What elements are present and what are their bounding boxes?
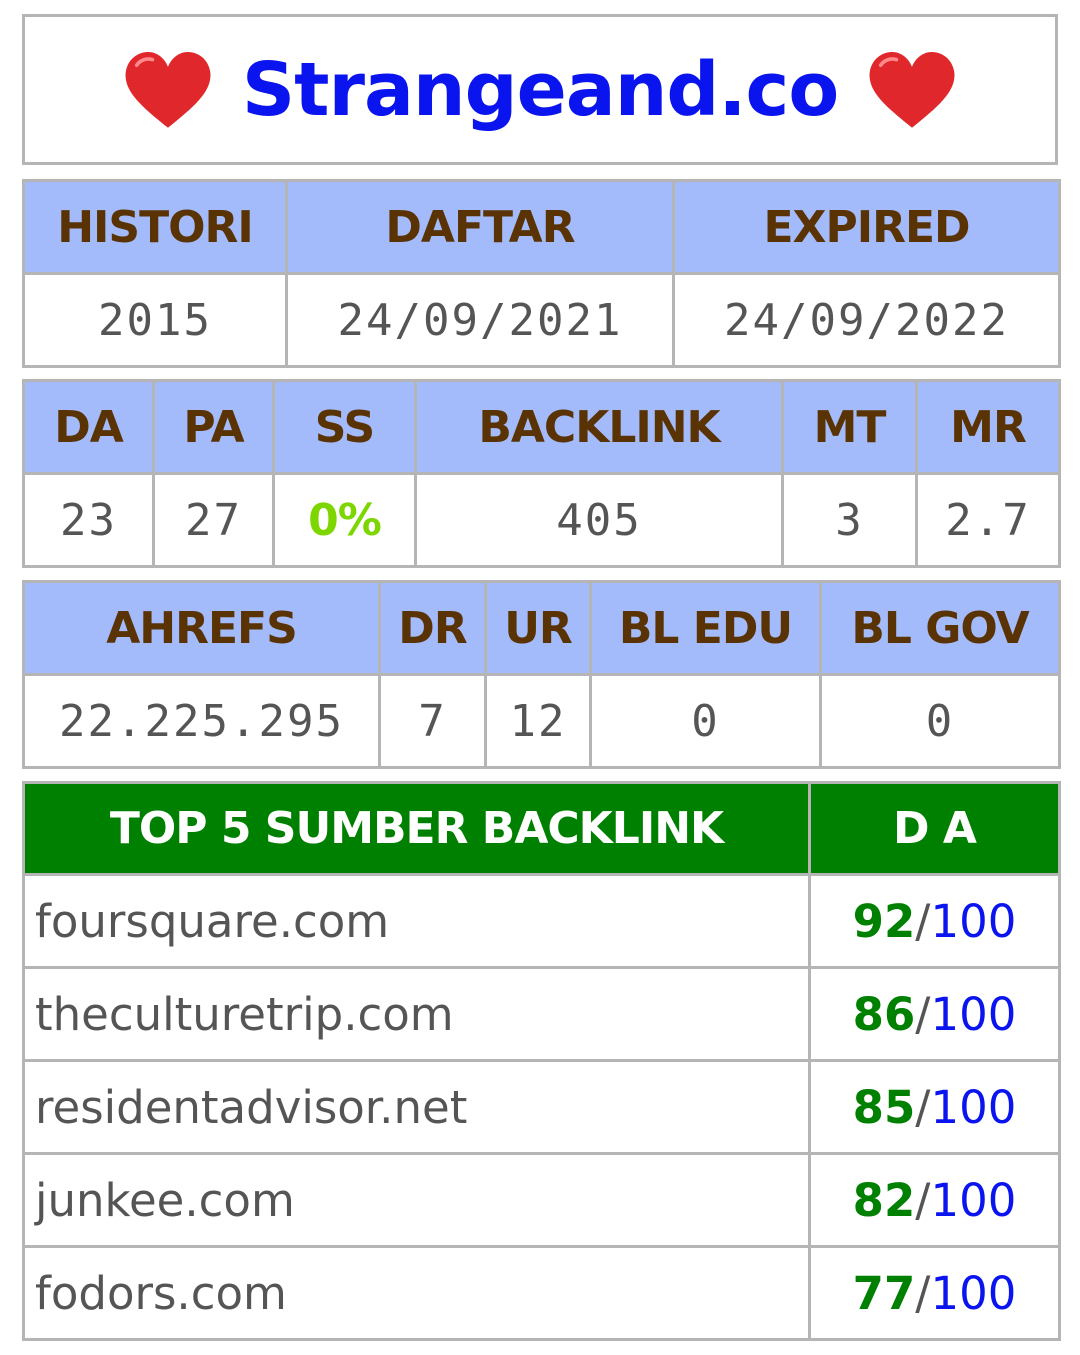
backlink-score: 82/100 (808, 1152, 1061, 1248)
score-slash: / (915, 1173, 931, 1227)
value-pa: 27 (152, 472, 275, 568)
score-slash: / (915, 1266, 931, 1320)
table-row: residentadvisor.net 85/100 (22, 1059, 1061, 1155)
history-header-row: HISTORI DAFTAR EXPIRED (22, 179, 1061, 275)
ahrefs-value-row: 22.225.295 7 12 0 0 (22, 673, 1061, 769)
header-top-sources: TOP 5 SUMBER BACKLINK (22, 781, 811, 876)
value-backlink: 405 (414, 472, 784, 568)
score-value: 82 (852, 1173, 916, 1227)
top-header-row: TOP 5 SUMBER BACKLINK D A (22, 781, 1061, 876)
backlink-score: 92/100 (808, 873, 1061, 969)
header-pa: PA (152, 379, 275, 475)
header-backlink: BACKLINK (414, 379, 784, 475)
backlink-domain: theculturetrip.com (22, 966, 811, 1062)
history-table: HISTORI DAFTAR EXPIRED 2015 24/09/2021 2… (22, 179, 1061, 368)
header-daftar: DAFTAR (285, 179, 675, 275)
header-dr: DR (378, 580, 487, 676)
table-row: theculturetrip.com 86/100 (22, 966, 1061, 1062)
backlink-domain: foursquare.com (22, 873, 811, 969)
table-row: junkee.com 82/100 (22, 1152, 1061, 1248)
value-ss: 0% (272, 472, 417, 568)
ahrefs-header-row: AHREFS DR UR BL EDU BL GOV (22, 580, 1061, 676)
header-da-score: D A (808, 781, 1061, 876)
value-histori: 2015 (22, 272, 288, 368)
header-ahrefs: AHREFS (22, 580, 381, 676)
score-slash: / (915, 987, 931, 1041)
backlink-score: 86/100 (808, 966, 1061, 1062)
metrics-table: DA PA SS BACKLINK MT MR 23 27 0% 405 3 2… (22, 379, 1061, 568)
value-dr: 7 (378, 673, 487, 769)
metrics-header-row: DA PA SS BACKLINK MT MR (22, 379, 1061, 475)
site-title-box: Strangeand.co (22, 14, 1058, 165)
header-ur: UR (484, 580, 592, 676)
header-histori: HISTORI (22, 179, 288, 275)
score-slash: / (915, 894, 931, 948)
header-mt: MT (781, 379, 918, 475)
header-mr: MR (915, 379, 1061, 475)
table-row: fodors.com 77/100 (22, 1245, 1061, 1341)
value-bl-gov: 0 (819, 673, 1061, 769)
backlink-score: 85/100 (808, 1059, 1061, 1155)
backlink-domain: fodors.com (22, 1245, 811, 1341)
header-bl-edu: BL EDU (589, 580, 822, 676)
backlink-domain: junkee.com (22, 1152, 811, 1248)
value-mr: 2.7 (915, 472, 1061, 568)
header-expired: EXPIRED (672, 179, 1061, 275)
value-daftar: 24/09/2021 (285, 272, 675, 368)
score-max: 100 (930, 1266, 1017, 1320)
value-ahrefs: 22.225.295 (22, 673, 381, 769)
score-max: 100 (930, 894, 1017, 948)
history-value-row: 2015 24/09/2021 24/09/2022 (22, 272, 1061, 368)
value-expired: 24/09/2022 (672, 272, 1061, 368)
score-slash: / (915, 1080, 931, 1134)
score-max: 100 (930, 1173, 1017, 1227)
heart-icon (125, 51, 211, 128)
header-ss: SS (272, 379, 417, 475)
score-value: 86 (852, 987, 916, 1041)
top-backlinks-table: TOP 5 SUMBER BACKLINK D A foursquare.com… (22, 781, 1061, 1341)
score-max: 100 (930, 987, 1017, 1041)
value-bl-edu: 0 (589, 673, 822, 769)
site-title: Strangeand.co (241, 46, 839, 133)
table-row: foursquare.com 92/100 (22, 873, 1061, 969)
value-da: 23 (22, 472, 155, 568)
score-value: 85 (852, 1080, 916, 1134)
heart-icon (869, 51, 955, 128)
score-value: 92 (852, 894, 916, 948)
backlink-score: 77/100 (808, 1245, 1061, 1341)
score-max: 100 (930, 1080, 1017, 1134)
header-da: DA (22, 379, 155, 475)
backlink-domain: residentadvisor.net (22, 1059, 811, 1155)
value-ur: 12 (484, 673, 592, 769)
metrics-value-row: 23 27 0% 405 3 2.7 (22, 472, 1061, 568)
value-mt: 3 (781, 472, 918, 568)
header-bl-gov: BL GOV (819, 580, 1061, 676)
ahrefs-table: AHREFS DR UR BL EDU BL GOV 22.225.295 7 … (22, 580, 1061, 769)
score-value: 77 (852, 1266, 916, 1320)
